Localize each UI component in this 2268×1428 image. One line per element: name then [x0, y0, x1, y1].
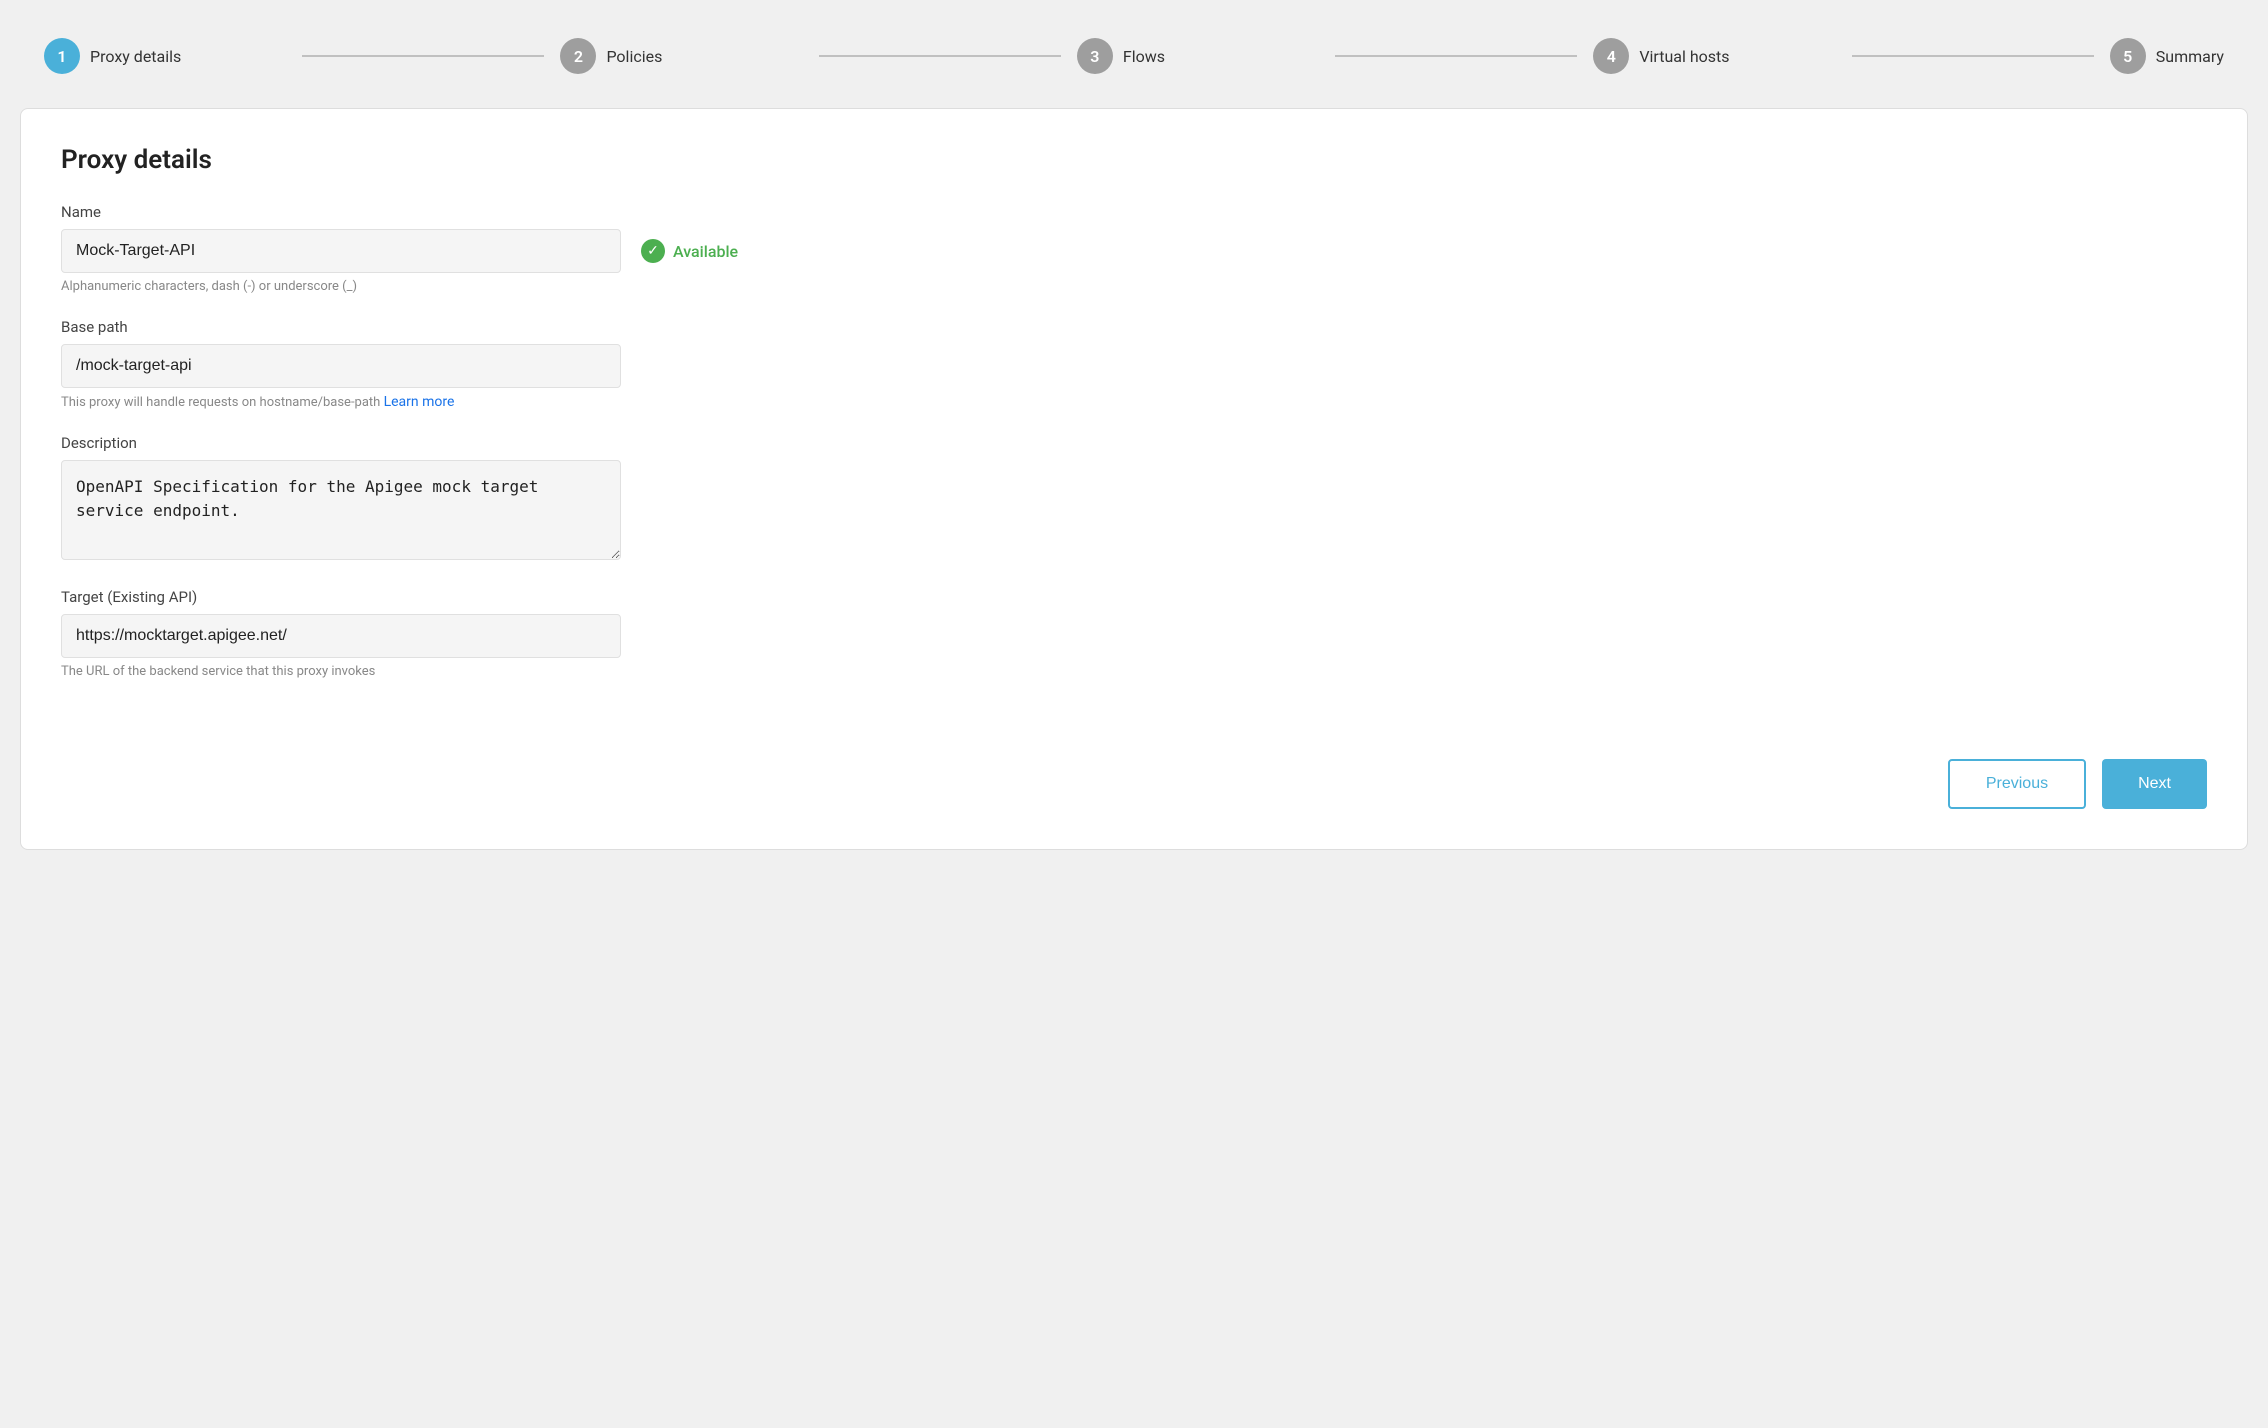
step-3-circle: 3	[1077, 38, 1113, 74]
description-input[interactable]: OpenAPI Specification for the Apigee moc…	[61, 460, 621, 560]
name-label: Name	[61, 203, 2207, 221]
step-1-label: Proxy details	[90, 47, 181, 66]
base-path-field-group: Base path This proxy will handle request…	[61, 318, 2207, 410]
step-2-label: Policies	[606, 47, 662, 66]
target-hint: The URL of the backend service that this…	[61, 664, 2207, 679]
base-path-input[interactable]	[61, 344, 621, 388]
description-field-group: Description OpenAPI Specification for th…	[61, 434, 2207, 564]
step-1-circle: 1	[44, 38, 80, 74]
target-input[interactable]	[61, 614, 621, 658]
check-icon: ✓	[641, 239, 665, 263]
step-2-circle: 2	[560, 38, 596, 74]
step-3-label: Flows	[1123, 47, 1165, 66]
step-4-label: Virtual hosts	[1639, 47, 1729, 66]
base-path-label: Base path	[61, 318, 2207, 336]
step-5-circle: 5	[2110, 38, 2146, 74]
step-line-1	[302, 55, 544, 57]
description-label: Description	[61, 434, 2207, 452]
available-label: Available	[673, 242, 738, 261]
page-title: Proxy details	[61, 145, 2207, 175]
next-button[interactable]: Next	[2102, 759, 2207, 809]
name-input[interactable]	[61, 229, 621, 273]
available-badge: ✓ Available	[641, 239, 738, 263]
step-line-3	[1335, 55, 1577, 57]
step-3[interactable]: 3 Flows	[1077, 38, 1319, 74]
name-field-row: ✓ Available	[61, 229, 2207, 273]
target-label: Target (Existing API)	[61, 588, 2207, 606]
stepper: 1 Proxy details 2 Policies 3 Flows 4 Vir…	[20, 20, 2248, 92]
step-4[interactable]: 4 Virtual hosts	[1593, 38, 1835, 74]
target-field-group: Target (Existing API) The URL of the bac…	[61, 588, 2207, 679]
name-field-group: Name ✓ Available Alphanumeric characters…	[61, 203, 2207, 294]
previous-button[interactable]: Previous	[1948, 759, 2086, 809]
step-5[interactable]: 5 Summary	[2110, 38, 2224, 74]
step-line-4	[1852, 55, 2094, 57]
learn-more-link[interactable]: Learn more	[384, 394, 455, 410]
step-5-label: Summary	[2156, 47, 2224, 66]
step-2[interactable]: 2 Policies	[560, 38, 802, 74]
step-4-circle: 4	[1593, 38, 1629, 74]
base-path-hint: This proxy will handle requests on hostn…	[61, 394, 2207, 410]
proxy-details-card: Proxy details Name ✓ Available Alphanume…	[20, 108, 2248, 850]
footer-buttons: Previous Next	[61, 759, 2207, 809]
name-hint: Alphanumeric characters, dash (-) or und…	[61, 279, 2207, 294]
step-1[interactable]: 1 Proxy details	[44, 38, 286, 74]
base-path-hint-text: This proxy will handle requests on hostn…	[61, 395, 380, 410]
step-line-2	[819, 55, 1061, 57]
